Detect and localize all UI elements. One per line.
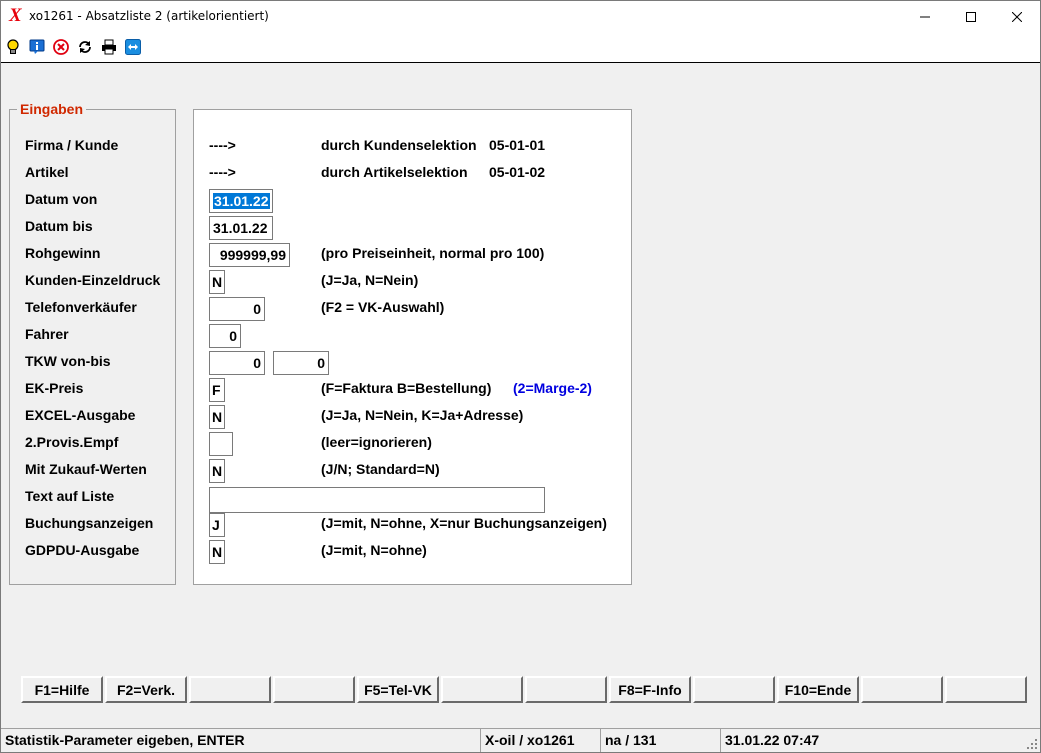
toolbar bbox=[1, 32, 1040, 63]
f5-tel-vk-button[interactable]: F5=Tel-VK bbox=[357, 676, 439, 703]
provis-empf-hint: (leer=ignorieren) bbox=[321, 434, 432, 450]
close-button[interactable] bbox=[994, 1, 1040, 32]
label-kunden-einzeldruck: Kunden-Einzeldruck bbox=[25, 272, 161, 288]
f9-button[interactable] bbox=[693, 676, 775, 703]
ek-preis-hint: (F=Faktura B=Bestellung) bbox=[321, 380, 492, 396]
refresh-icon[interactable] bbox=[76, 38, 94, 56]
status-message: Statistik-Parameter eigeben, ENTER bbox=[1, 728, 481, 752]
zukauf-hint: (J/N; Standard=N) bbox=[321, 461, 440, 477]
firma-selection-text: durch Kundenselektion bbox=[321, 137, 477, 153]
label-datum-bis: Datum bis bbox=[25, 218, 93, 234]
minimize-button[interactable] bbox=[902, 1, 948, 32]
title-bar[interactable]: X xo1261 - Absatzliste 2 (artikelorienti… bbox=[1, 1, 1040, 32]
status-datetime: 31.01.22 07:47 bbox=[721, 728, 1040, 752]
telefonverkaeufer-input[interactable]: 0 bbox=[209, 297, 265, 321]
maximize-icon bbox=[966, 11, 976, 22]
remote-icon[interactable] bbox=[124, 38, 142, 56]
f11-button[interactable] bbox=[861, 676, 943, 703]
info-icon[interactable] bbox=[28, 38, 46, 56]
fahrer-input[interactable]: 0 bbox=[209, 324, 241, 348]
gdpdu-ausgabe-input[interactable]: N bbox=[209, 540, 225, 564]
f2-verk-button[interactable]: F2=Verk. bbox=[105, 676, 187, 703]
f1-help-button[interactable]: F1=Hilfe bbox=[21, 676, 103, 703]
datum-von-input[interactable]: 31.01.22 bbox=[209, 189, 273, 213]
label-text-auf-liste: Text auf Liste bbox=[25, 488, 115, 504]
text-auf-liste-input[interactable] bbox=[209, 487, 545, 513]
datum-bis-input[interactable]: 31.01.22 bbox=[209, 216, 273, 240]
tkw-bis-input[interactable]: 0 bbox=[273, 351, 329, 375]
artikel-selection-code: 05-01-02 bbox=[489, 164, 546, 180]
ek-preis-hint-marge: (2=Marge-2) bbox=[513, 380, 592, 396]
provis-empf-input[interactable] bbox=[209, 432, 233, 456]
excel-ausgabe-hint: (J=Ja, N=Nein, K=Ja+Adresse) bbox=[321, 407, 524, 423]
rohgewinn-hint: (pro Preiseinheit, normal pro 100) bbox=[321, 245, 545, 261]
application-window: X xo1261 - Absatzliste 2 (artikelorienti… bbox=[0, 0, 1041, 753]
form-panel bbox=[193, 109, 632, 585]
eingaben-group bbox=[9, 109, 176, 585]
firma-arrow: ----> bbox=[209, 137, 236, 153]
label-firma-kunde: Firma / Kunde bbox=[25, 137, 119, 153]
label-artikel: Artikel bbox=[25, 164, 69, 180]
f8-f-info-button[interactable]: F8=F-Info bbox=[609, 676, 691, 703]
label-mit-zukauf-werten: Mit Zukauf-Werten bbox=[25, 461, 147, 477]
label-ek-preis: EK-Preis bbox=[25, 380, 84, 396]
label-telefonverkaeufer: Telefonverkäufer bbox=[25, 299, 137, 315]
f4-button[interactable] bbox=[273, 676, 355, 703]
group-title: Eingaben bbox=[17, 101, 87, 117]
artikel-arrow: ----> bbox=[209, 164, 236, 180]
lightbulb-icon[interactable] bbox=[4, 38, 22, 56]
f7-button[interactable] bbox=[525, 676, 607, 703]
buchungsanzeigen-hint: (J=mit, N=ohne, X=nur Buchungsanzeigen) bbox=[321, 515, 607, 531]
telefonverkaeufer-hint: (F2 = VK-Auswahl) bbox=[321, 299, 445, 315]
f12-button[interactable] bbox=[945, 676, 1027, 703]
artikel-selection-text: durch Artikelselektion bbox=[321, 164, 468, 180]
f6-button[interactable] bbox=[441, 676, 523, 703]
label-provis-empf: 2.Provis.Empf bbox=[25, 434, 119, 450]
label-tkw-von-bis: TKW von-bis bbox=[25, 353, 111, 369]
buchungsanzeigen-input[interactable]: J bbox=[209, 513, 225, 537]
status-user: na / 131 bbox=[601, 728, 721, 752]
f10-ende-button[interactable]: F10=Ende bbox=[777, 676, 859, 703]
print-icon[interactable] bbox=[100, 38, 118, 56]
label-datum-von: Datum von bbox=[25, 191, 98, 207]
firma-selection-code: 05-01-01 bbox=[489, 137, 546, 153]
kunden-einzeldruck-hint: (J=Ja, N=Nein) bbox=[321, 272, 419, 288]
status-system: X-oil / xo1261 bbox=[481, 728, 601, 752]
stop-icon[interactable] bbox=[52, 38, 70, 56]
close-icon bbox=[1012, 11, 1022, 22]
maximize-button[interactable] bbox=[948, 1, 994, 32]
rohgewinn-input[interactable]: 999999,99 bbox=[209, 243, 290, 267]
excel-ausgabe-input[interactable]: N bbox=[209, 405, 225, 429]
window-title: xo1261 - Absatzliste 2 (artikelorientier… bbox=[29, 9, 269, 23]
label-buchungsanzeigen: Buchungsanzeigen bbox=[25, 515, 154, 531]
gdpdu-ausgabe-hint: (J=mit, N=ohne) bbox=[321, 542, 427, 558]
label-excel-ausgabe: EXCEL-Ausgabe bbox=[25, 407, 136, 423]
label-gdpdu-ausgabe: GDPDU-Ausgabe bbox=[25, 542, 140, 558]
label-fahrer: Fahrer bbox=[25, 326, 69, 342]
zukauf-input[interactable]: N bbox=[209, 459, 225, 483]
kunden-einzeldruck-input[interactable]: N bbox=[209, 270, 225, 294]
f3-button[interactable] bbox=[189, 676, 271, 703]
ek-preis-input[interactable]: F bbox=[209, 378, 225, 402]
label-rohgewinn: Rohgewinn bbox=[25, 245, 101, 261]
resize-grip-icon[interactable] bbox=[1026, 738, 1038, 750]
app-logo-icon: X bbox=[9, 5, 22, 26]
minimize-icon bbox=[920, 16, 930, 17]
datum-von-value: 31.01.22 bbox=[213, 193, 270, 209]
tkw-von-input[interactable]: 0 bbox=[209, 351, 265, 375]
